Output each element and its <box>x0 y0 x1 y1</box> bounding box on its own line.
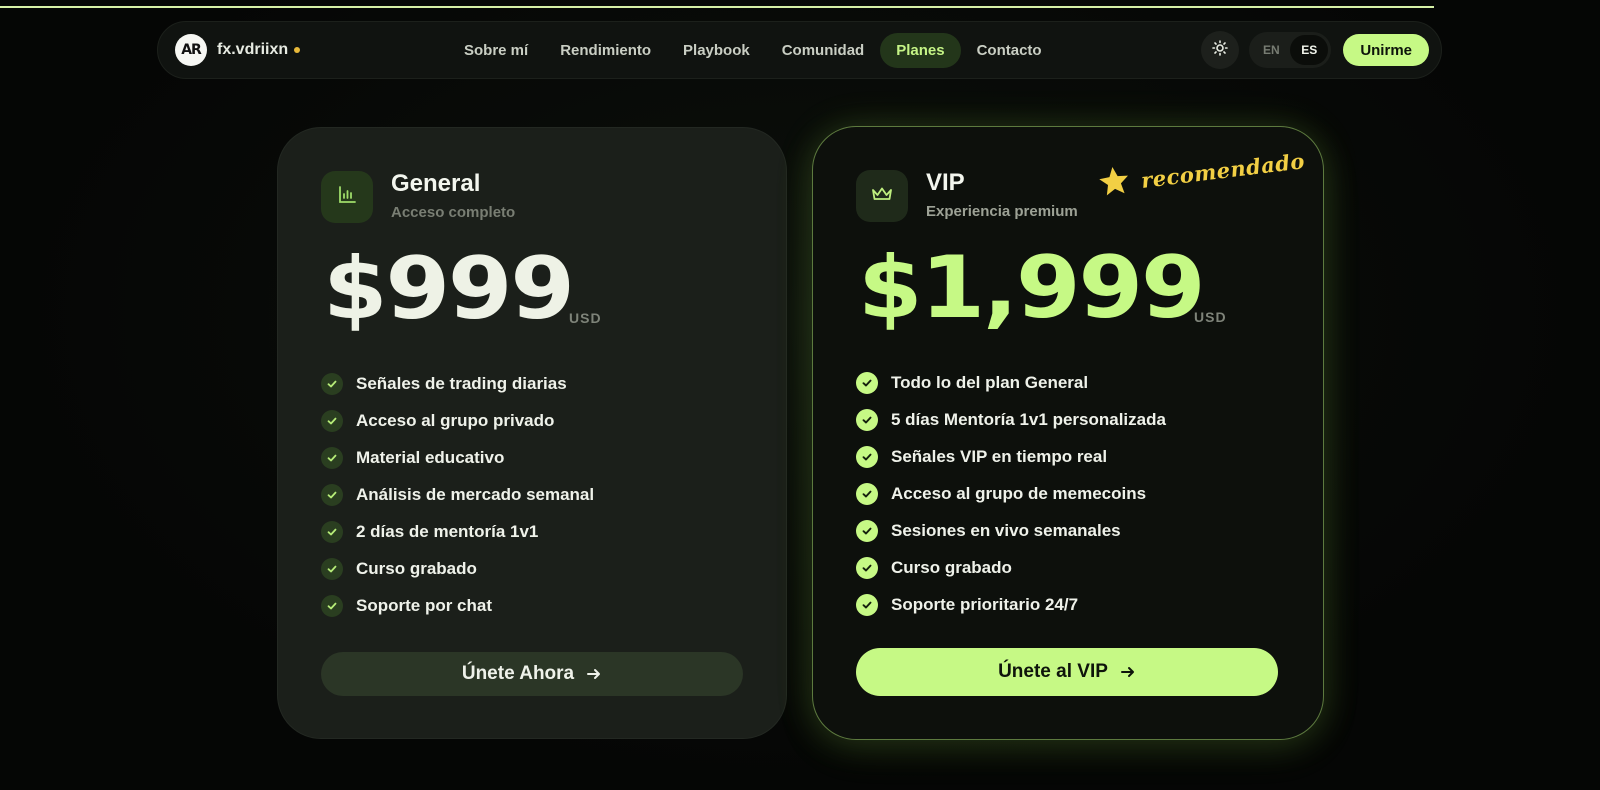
status-dot <box>294 47 301 53</box>
plan-price: $999 <box>323 239 575 339</box>
check-icon <box>321 372 343 395</box>
plan-icon-box <box>856 170 908 222</box>
list-item: Señales de trading diarias <box>321 365 594 402</box>
feature-label: Acceso al grupo de memecoins <box>891 483 1147 503</box>
feature-label: Acceso al grupo privado <box>356 410 555 430</box>
star-icon <box>1096 162 1134 205</box>
bar-chart-icon <box>337 185 357 210</box>
price-currency: USD <box>1194 309 1227 325</box>
feature-label: Señales de trading diarias <box>356 373 567 393</box>
cta-label: Únete al VIP <box>998 661 1108 682</box>
lang-option-es[interactable]: ES <box>1290 35 1329 65</box>
plan-subtitle: Experiencia premium <box>926 203 1078 220</box>
recommended-badge: recomendado <box>1096 141 1308 205</box>
list-item: Curso grabado <box>321 550 594 587</box>
arrow-right-icon <box>1120 664 1136 680</box>
check-icon <box>321 483 343 506</box>
feature-label: Sesiones en vivo semanales <box>891 520 1121 540</box>
feature-label: Material educativo <box>356 447 505 467</box>
brand[interactable]: AR fx.vdriixn <box>175 34 301 66</box>
check-icon <box>321 594 343 617</box>
join-vip-button[interactable]: Únete al VIP <box>856 648 1278 696</box>
cta-label: Únete Ahora <box>461 663 575 684</box>
nav-link-comunidad[interactable]: Comunidad <box>766 33 881 68</box>
nav-link-contacto[interactable]: Contacto <box>961 33 1058 68</box>
feature-label: Todo lo del plan General <box>891 372 1089 392</box>
plan-card-vip: recomendado VIP Experiencia premium $1,9… <box>812 126 1324 740</box>
list-item: Soporte por chat <box>321 587 594 624</box>
nav-link-rendimiento[interactable]: Rendimiento <box>544 33 667 68</box>
feature-label: Curso grabado <box>891 557 1012 577</box>
top-navbar: AR fx.vdriixn Sobre mí Rendimiento Playb… <box>157 21 1442 79</box>
list-item: Curso grabado <box>856 549 1166 586</box>
plan-title: General <box>391 170 481 197</box>
nav-link-sobre-mi[interactable]: Sobre mí <box>448 33 544 68</box>
feature-label: Análisis de mercado semanal <box>356 484 595 504</box>
list-item: 5 días Mentoría 1v1 personalizada <box>856 401 1166 438</box>
arrow-right-icon <box>586 666 602 682</box>
price-currency: USD <box>569 310 602 326</box>
sun-icon <box>1212 39 1229 61</box>
feature-label: Curso grabado <box>356 558 477 578</box>
feature-label: Señales VIP en tiempo real <box>891 446 1108 466</box>
page-background <box>0 0 1600 790</box>
check-icon <box>321 557 343 580</box>
list-item: Soporte prioritario 24/7 <box>856 586 1166 623</box>
plan-icon-box <box>321 171 373 223</box>
list-item: Acceso al grupo de memecoins <box>856 475 1166 512</box>
feature-list: Señales de trading diarias Acceso al gru… <box>321 365 594 624</box>
check-icon <box>856 445 878 468</box>
plan-card-general: General Acceso completo $999 USD Señales… <box>277 127 787 739</box>
theme-toggle-button[interactable] <box>1201 31 1240 69</box>
lang-option-en[interactable]: EN <box>1252 35 1290 65</box>
list-item: Análisis de mercado semanal <box>321 476 594 513</box>
nav-links: Sobre mí Rendimiento Playbook Comunidad … <box>448 22 1058 78</box>
feature-label: 5 días Mentoría 1v1 personalizada <box>891 409 1166 429</box>
plan-subtitle: Acceso completo <box>391 204 516 221</box>
feature-label: 2 días de mentoría 1v1 <box>356 521 539 541</box>
language-toggle: EN ES <box>1249 32 1332 68</box>
feature-list: Todo lo del plan General 5 días Mentoría… <box>856 364 1166 623</box>
check-icon <box>856 593 878 616</box>
plan-price: $1,999 <box>858 238 1206 338</box>
check-icon <box>321 409 343 432</box>
join-general-button[interactable]: Únete Ahora <box>321 652 743 696</box>
list-item: Sesiones en vivo semanales <box>856 512 1166 549</box>
badge-label: recomendado <box>1140 148 1307 193</box>
check-icon <box>856 371 878 394</box>
check-icon <box>856 482 878 505</box>
brand-logo: AR <box>175 34 207 66</box>
feature-label: Soporte prioritario 24/7 <box>891 594 1079 614</box>
list-item: 2 días de mentoría 1v1 <box>321 513 594 550</box>
nav-link-planes[interactable]: Planes <box>880 32 961 68</box>
feature-label: Soporte por chat <box>356 595 493 615</box>
list-item: Acceso al grupo privado <box>321 402 594 439</box>
list-item: Material educativo <box>321 439 594 476</box>
check-icon <box>856 519 878 542</box>
brand-name: fx.vdriixn <box>217 41 289 58</box>
check-icon <box>321 446 343 469</box>
nav-link-playbook[interactable]: Playbook <box>667 33 766 68</box>
list-item: Todo lo del plan General <box>856 364 1166 401</box>
check-icon <box>856 408 878 431</box>
plan-title: VIP <box>926 169 965 196</box>
check-icon <box>321 520 343 543</box>
check-icon <box>856 556 878 579</box>
top-divider <box>0 6 1434 8</box>
join-button[interactable]: Unirme <box>1343 34 1429 66</box>
crown-icon <box>871 185 893 208</box>
list-item: Señales VIP en tiempo real <box>856 438 1166 475</box>
nav-actions: EN ES Unirme <box>1201 22 1429 78</box>
